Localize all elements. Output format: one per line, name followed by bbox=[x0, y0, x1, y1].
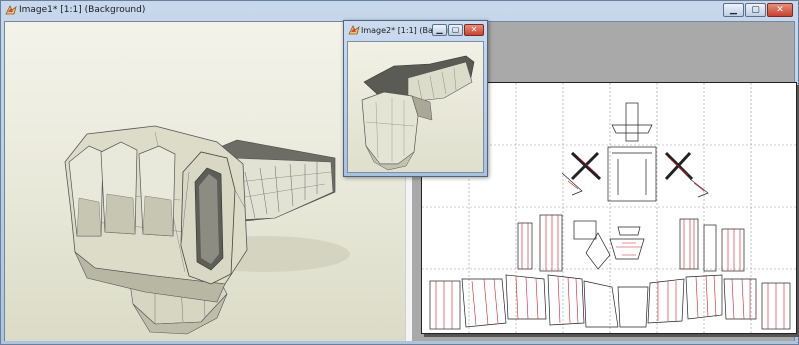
minimize-button[interactable]: ▁ bbox=[723, 3, 744, 17]
close-icon: ✕ bbox=[470, 25, 478, 34]
sub-titlebar[interactable]: Image2* [1:1] (Backgr... ▁ ▢ ✕ bbox=[344, 21, 487, 41]
maximize-icon: ▢ bbox=[751, 4, 760, 15]
app-icon bbox=[348, 25, 360, 35]
sub-caption-buttons: ▁ ▢ ✕ bbox=[432, 24, 484, 36]
sub-3d-viewport[interactable] bbox=[347, 41, 484, 173]
close-icon: ✕ bbox=[776, 4, 784, 15]
maximize-button[interactable]: ▢ bbox=[745, 3, 766, 17]
app-icon bbox=[5, 5, 17, 15]
sub-maximize-button[interactable]: ▢ bbox=[448, 24, 463, 36]
minimize-icon: ▁ bbox=[730, 4, 737, 15]
minimize-icon: ▁ bbox=[436, 25, 443, 34]
armor-model-3d-back bbox=[361, 55, 475, 171]
maximize-icon: ▢ bbox=[451, 25, 460, 34]
sub-minimize-button[interactable]: ▁ bbox=[432, 24, 447, 36]
close-button[interactable]: ✕ bbox=[767, 3, 793, 17]
main-titlebar[interactable]: Image1* [1:1] (Background) ▁ ▢ ✕ bbox=[1, 1, 798, 21]
sub-window[interactable]: Image2* [1:1] (Backgr... ▁ ▢ ✕ bbox=[343, 20, 488, 177]
sub-close-button[interactable]: ✕ bbox=[464, 24, 484, 36]
main-window-title: Image1* [1:1] (Background) bbox=[19, 5, 146, 15]
main-caption-buttons: ▁ ▢ ✕ bbox=[723, 3, 793, 17]
